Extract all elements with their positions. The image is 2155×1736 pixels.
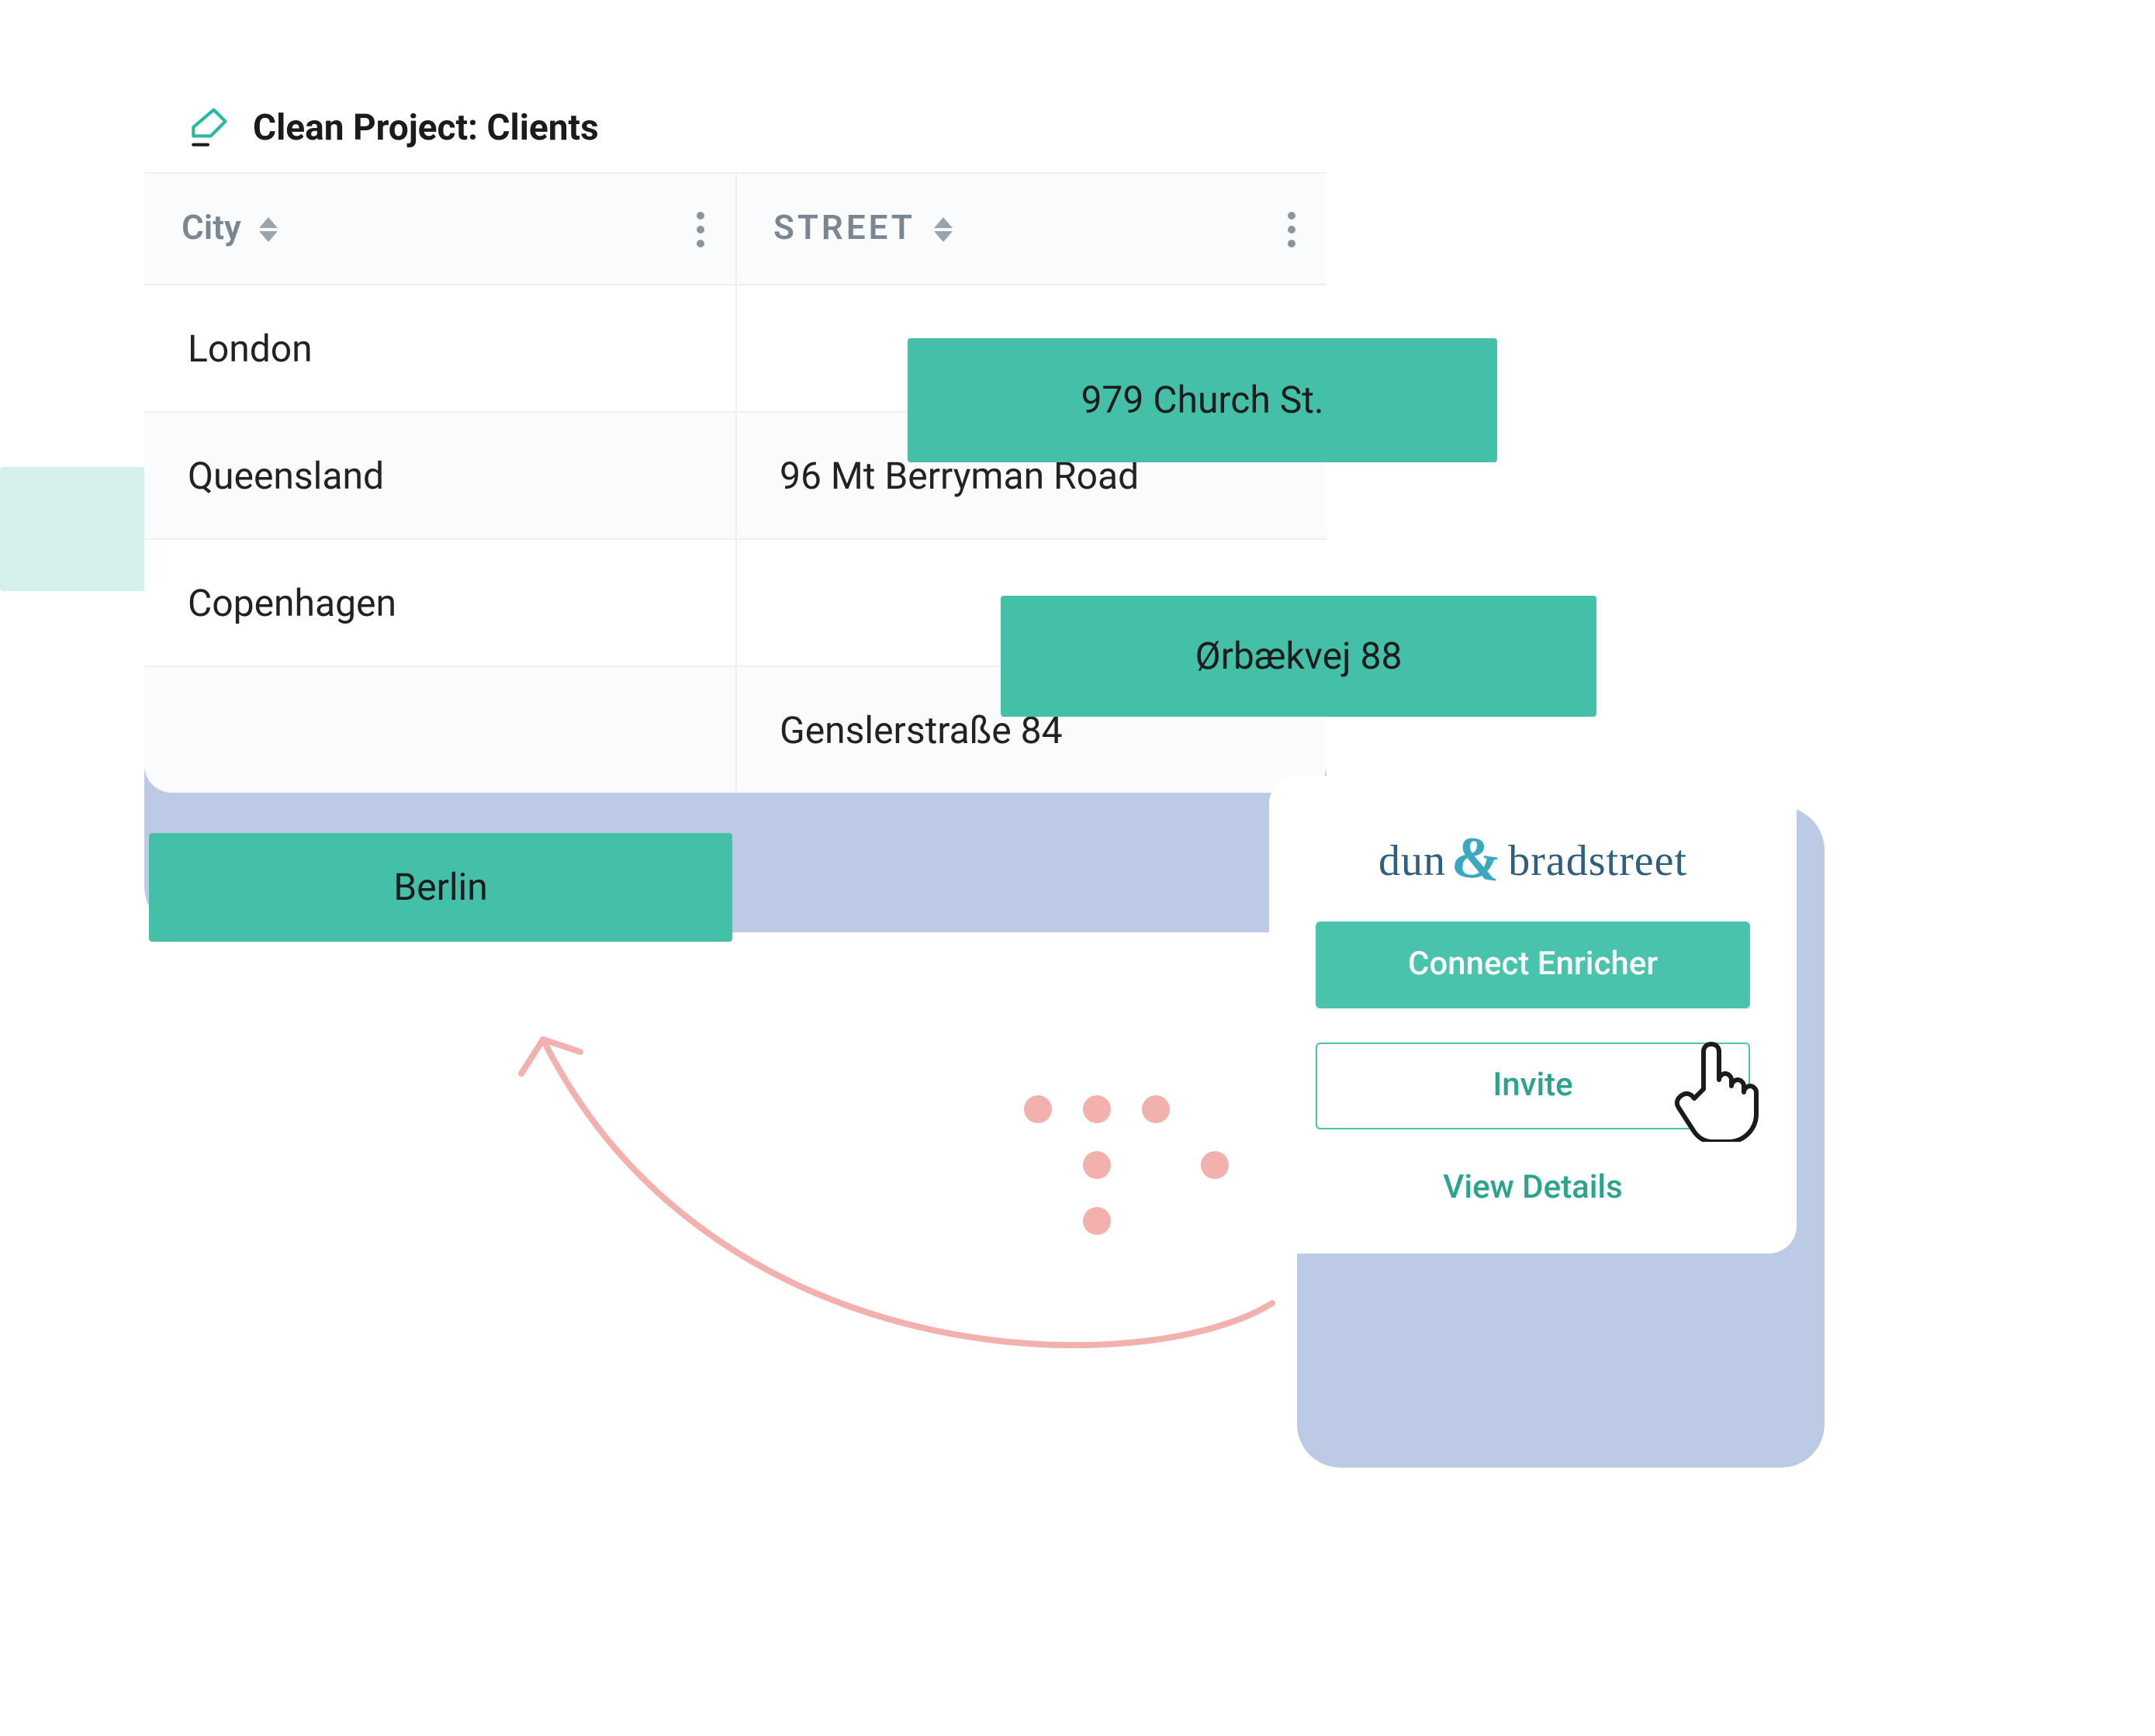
highlight-text: 979 Church St. (1081, 379, 1323, 422)
ampersand-icon: & (1450, 839, 1504, 880)
link-label: View Details (1443, 1170, 1623, 1207)
highlight-church-st[interactable]: 979 Church St. (908, 338, 1497, 462)
logo-text: dun (1378, 838, 1446, 887)
enricher-card: dun & bradstreet Connect Enricher Invite… (1269, 776, 1797, 1254)
brush-icon (185, 104, 231, 150)
cell-city: Copenhagen (144, 540, 735, 666)
column-label: City (182, 209, 241, 248)
highlight-orbakvej[interactable]: Ørbækvej 88 (1001, 596, 1596, 717)
column-headers: City STREET (144, 172, 1327, 284)
sort-icon[interactable] (260, 216, 278, 241)
cell-city: London (144, 285, 735, 411)
button-label: Connect Enricher (1408, 946, 1658, 984)
column-header-street[interactable]: STREET (735, 174, 1327, 284)
button-label: Invite (1493, 1067, 1572, 1105)
highlight-text: Berlin (393, 866, 488, 909)
kebab-icon[interactable] (1288, 211, 1295, 247)
logo-text: bradstreet (1508, 838, 1687, 887)
dun-bradstreet-logo: dun & bradstreet (1378, 838, 1687, 887)
sort-icon[interactable] (934, 216, 953, 241)
column-header-city[interactable]: City (144, 174, 735, 284)
view-details-link[interactable]: View Details (1443, 1170, 1623, 1207)
table-header: Clean Project: Clients (144, 70, 1327, 172)
invite-button[interactable]: Invite (1316, 1043, 1750, 1129)
kebab-icon[interactable] (696, 211, 704, 247)
column-label: STREET (773, 209, 915, 248)
highlight-text: Ørbækvej 88 (1195, 635, 1403, 678)
highlight-berlin[interactable]: Berlin (149, 833, 732, 942)
dot-grid-icon (1015, 1086, 1238, 1244)
table-title: Clean Project: Clients (253, 106, 599, 148)
connect-enricher-button[interactable]: Connect Enricher (1316, 922, 1750, 1008)
cell-city: Queensland (144, 413, 735, 538)
